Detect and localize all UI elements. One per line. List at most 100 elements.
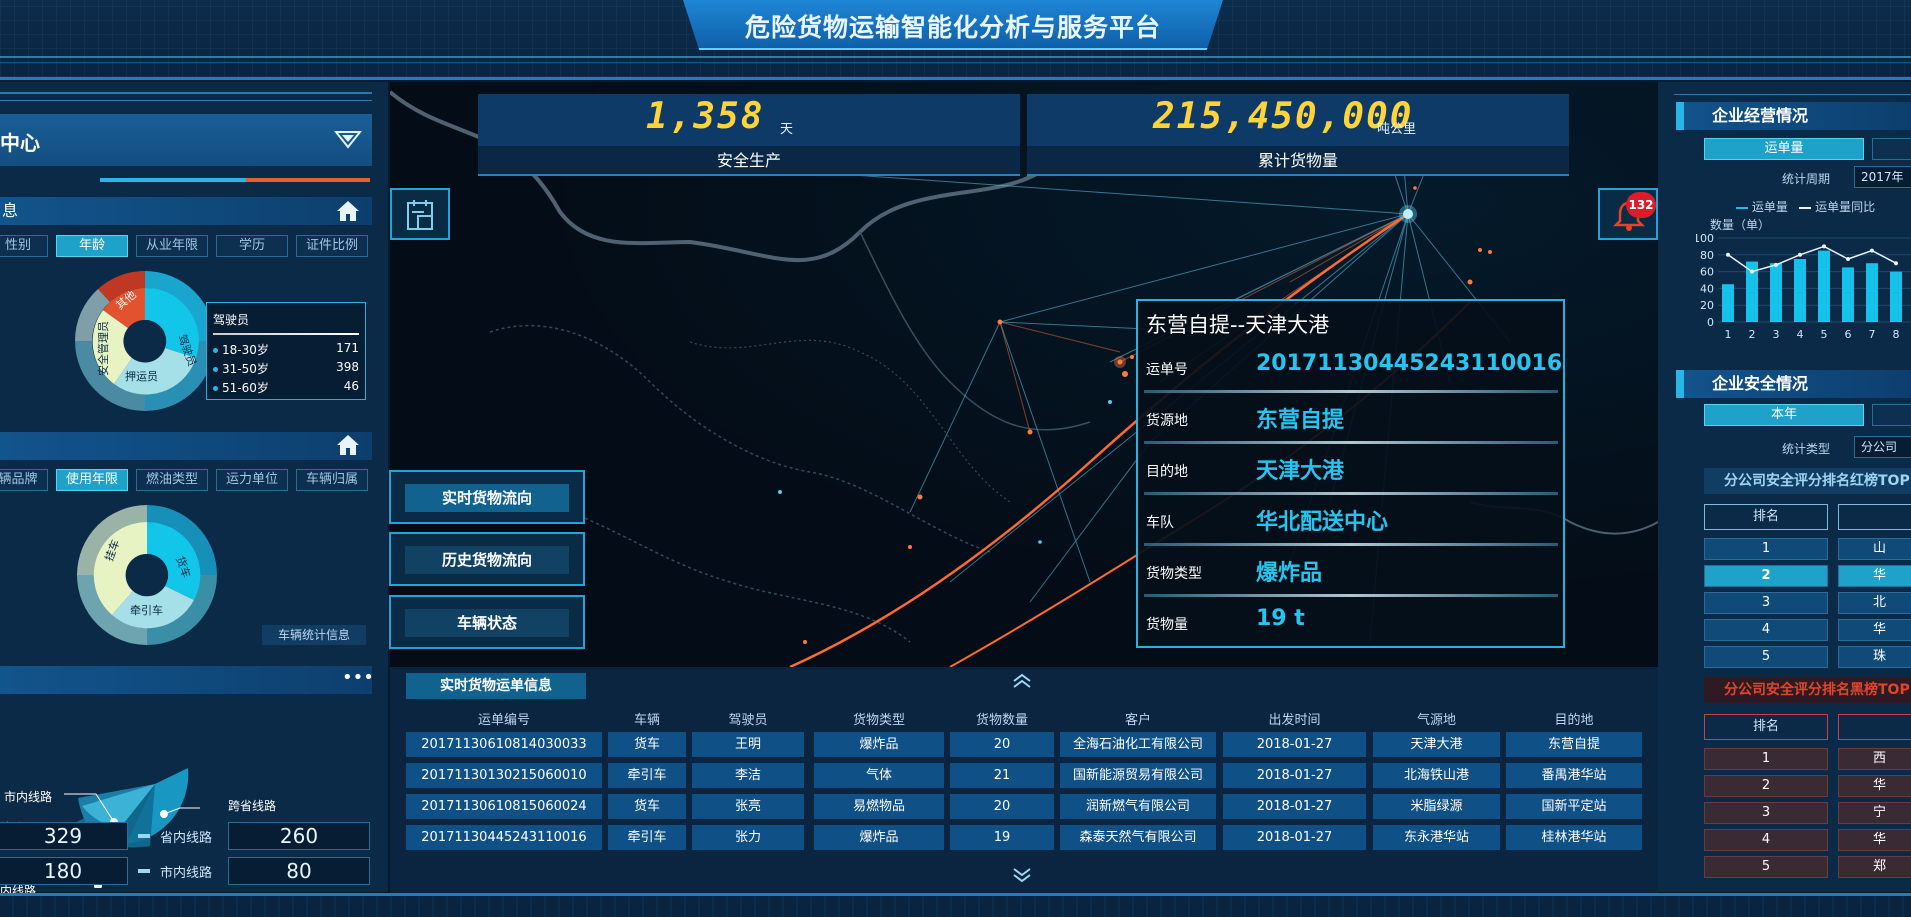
vehicle-stats-button[interactable]: 车辆统计信息 [262, 625, 366, 645]
stat-type-select[interactable]: 分公司 [1854, 436, 1911, 458]
home-icon[interactable] [336, 200, 360, 222]
table-cell[interactable]: 20171130130215060010 [406, 763, 602, 788]
rank-number[interactable]: 3 [1704, 592, 1828, 614]
tab-personnel-2[interactable]: 从业年限 [136, 235, 208, 257]
tab-vehicle-0[interactable]: 辆品牌 [0, 469, 48, 491]
history-flow-button[interactable]: 历史货物流向 [389, 532, 585, 586]
period-select[interactable]: 2017年 [1854, 166, 1911, 188]
tab-personnel-4[interactable]: 证件比例 [296, 235, 368, 257]
table-cell[interactable]: 2018-01-27 [1223, 763, 1366, 788]
rank-number[interactable]: 5 [1704, 856, 1828, 878]
tab-personnel-1[interactable]: 年龄 [56, 235, 128, 257]
rank-number[interactable]: 5 [1704, 646, 1828, 668]
rank-number[interactable]: 4 [1704, 619, 1828, 641]
table-cell[interactable]: 牵引车 [608, 825, 686, 850]
rank-number[interactable]: 2 [1704, 565, 1828, 587]
table-cell[interactable]: 李洁 [692, 763, 804, 788]
rank-company[interactable]: 西 [1838, 748, 1911, 770]
table-column-header: 客户 [1124, 713, 1151, 728]
rank-company[interactable]: 华 [1838, 775, 1911, 797]
section-safety: 企业安全情况 [1676, 370, 1911, 398]
tab-vehicle-3[interactable]: 运力单位 [216, 469, 288, 491]
rank-number[interactable]: 3 [1704, 802, 1828, 824]
table-cell[interactable]: 米脂绿源 [1373, 794, 1500, 819]
rank-number[interactable]: 1 [1704, 748, 1828, 770]
tab-this-year[interactable]: 本年 [1704, 404, 1864, 426]
waybill-table-title: 实时货物运单信息 [406, 673, 586, 699]
home-icon[interactable] [336, 434, 360, 456]
tab-personnel-0[interactable]: 性别 [0, 235, 48, 257]
more-dots-icon[interactable]: ••• [342, 666, 374, 690]
tab-secondary[interactable] [1872, 404, 1911, 426]
rank-company[interactable]: 北 [1838, 592, 1911, 614]
rank-number[interactable]: 4 [1704, 829, 1828, 851]
rank-number[interactable]: 2 [1704, 775, 1828, 797]
line-point [1822, 244, 1826, 249]
table-cell[interactable]: 2018-01-27 [1223, 732, 1366, 757]
table-cell[interactable]: 2018-01-27 [1223, 794, 1366, 819]
table-cell[interactable]: 桂林港华站 [1506, 825, 1642, 850]
line-point [1750, 269, 1754, 274]
rank-company[interactable]: 华 [1838, 565, 1911, 587]
table-cell[interactable]: 王明 [692, 732, 804, 757]
table-cell[interactable]: 全海石油化工有限公司 [1060, 732, 1216, 757]
table-cell[interactable]: 森泰天然气有限公司 [1060, 825, 1216, 850]
driver-legend-title: 驾驶员 [213, 313, 250, 327]
table-cell[interactable]: 爆炸品 [814, 825, 944, 850]
tab-vehicle-1[interactable]: 使用年限 [56, 469, 128, 491]
rank-company[interactable]: 宁 [1838, 802, 1911, 824]
waybill-field-label: 车队 [1146, 515, 1174, 531]
table-cell[interactable]: 20171130445243110016 [406, 825, 602, 850]
table-cell[interactable]: 东营自提 [1506, 732, 1642, 757]
y-tick-label: 60 [1700, 266, 1714, 279]
table-cell[interactable]: 气体 [814, 763, 944, 788]
table-cell[interactable]: 牵引车 [608, 763, 686, 788]
rank-company[interactable]: 珠 [1838, 646, 1911, 668]
table-cell[interactable]: 国新能源贸易有限公司 [1060, 763, 1216, 788]
table-cell[interactable]: 20 [950, 794, 1054, 819]
table-cell[interactable]: 番禺港华站 [1506, 763, 1642, 788]
rank-header-name [1838, 504, 1911, 530]
realtime-flow-button[interactable]: 实时货物流向 [389, 470, 585, 524]
rank-company[interactable]: 华 [1838, 829, 1911, 851]
tab-secondary[interactable] [1872, 138, 1911, 160]
route-label-city: 市内线路 [4, 790, 53, 804]
alarm-button[interactable]: 132 [1598, 188, 1658, 240]
table-cell[interactable]: 2018-01-27 [1223, 825, 1366, 850]
table-cell[interactable]: 20 [950, 732, 1054, 757]
report-tool-button[interactable] [390, 188, 450, 240]
chevron-down-icon[interactable] [1012, 867, 1032, 883]
table-cell[interactable]: 19 [950, 825, 1054, 850]
tab-vehicle-4[interactable]: 车辆归属 [296, 469, 368, 491]
table-cell[interactable]: 爆炸品 [814, 732, 944, 757]
tab-vehicle-2[interactable]: 燃油类型 [136, 469, 208, 491]
table-cell[interactable]: 易燃物品 [814, 794, 944, 819]
rank-company[interactable]: 郑 [1838, 856, 1911, 878]
tab-waybill-volume[interactable]: 运单量 [1704, 138, 1864, 160]
table-cell[interactable]: 21 [950, 763, 1054, 788]
rank-company[interactable]: 华 [1838, 619, 1911, 641]
table-cell[interactable]: 国新平定站 [1506, 794, 1642, 819]
driver-age-range: 31-50岁 [222, 362, 269, 376]
bar [1794, 259, 1806, 322]
waybill-field-label: 货物类型 [1146, 566, 1202, 582]
table-cell[interactable]: 20171130610814030033 [406, 732, 602, 757]
rank-company[interactable]: 山 [1838, 538, 1911, 560]
table-cell[interactable]: 润新燃气有限公司 [1060, 794, 1216, 819]
chevron-up-icon[interactable] [1012, 673, 1032, 689]
table-cell[interactable]: 天津大港 [1373, 732, 1500, 757]
table-cell[interactable]: 张力 [692, 825, 804, 850]
table-cell[interactable]: 北海铁山港 [1373, 763, 1500, 788]
table-cell[interactable]: 张亮 [692, 794, 804, 819]
center-dropdown[interactable]: 中心 [0, 114, 372, 166]
bar [1842, 267, 1854, 322]
table-column-header: 货物类型 [852, 713, 905, 728]
vehicle-status-button[interactable]: 车辆状态 [389, 595, 585, 649]
table-cell[interactable]: 货车 [608, 732, 686, 757]
table-cell[interactable]: 东永港华站 [1373, 825, 1500, 850]
header: 危险货物运输智能化分析与服务平台 [0, 0, 1911, 80]
rank-number[interactable]: 1 [1704, 538, 1828, 560]
table-cell[interactable]: 20171130610815060024 [406, 794, 602, 819]
table-cell[interactable]: 货车 [608, 794, 686, 819]
tab-personnel-3[interactable]: 学历 [216, 235, 288, 257]
